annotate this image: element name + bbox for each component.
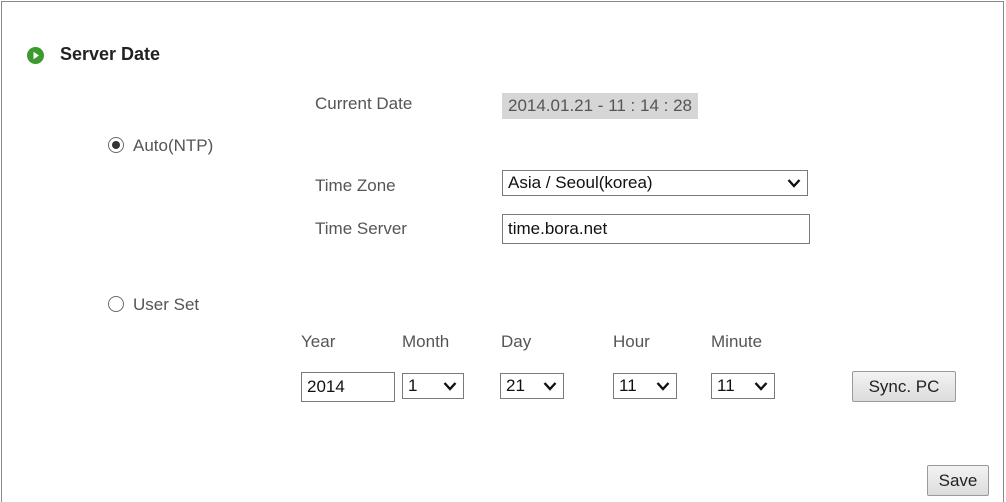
time-server-input[interactable]: time.bora.net bbox=[502, 214, 810, 244]
minute-value: 11 bbox=[717, 376, 735, 395]
day-value: 21 bbox=[506, 376, 525, 395]
auto-ntp-radio[interactable] bbox=[108, 137, 124, 153]
chevron-down-icon bbox=[754, 382, 768, 391]
time-server-label: Time Server bbox=[315, 219, 407, 238]
chevron-down-icon bbox=[443, 382, 457, 391]
section-title: Server Date bbox=[60, 44, 161, 64]
auto-ntp-label: Auto(NTP) bbox=[133, 136, 214, 155]
sync-pc-button[interactable]: Sync. PC bbox=[852, 371, 956, 402]
day-label: Day bbox=[501, 332, 532, 351]
chevron-down-icon bbox=[656, 382, 670, 391]
radio-selected-dot bbox=[112, 141, 120, 149]
play-circle-icon bbox=[27, 47, 44, 64]
hour-label: Hour bbox=[613, 332, 650, 351]
year-input[interactable]: 2014 bbox=[301, 372, 395, 402]
chevron-down-icon bbox=[787, 179, 801, 188]
current-date-value: 2014.01.21 - 11 : 14 : 28 bbox=[502, 93, 698, 119]
hour-value: 11 bbox=[619, 376, 637, 395]
server-date-panel: Server Date Current Date 2014.01.21 - 11… bbox=[1, 1, 1004, 502]
time-zone-select[interactable]: Asia / Seoul(korea) bbox=[502, 170, 808, 196]
chevron-down-icon bbox=[543, 382, 557, 391]
minute-select[interactable]: 11 bbox=[711, 373, 775, 399]
minute-label: Minute bbox=[711, 332, 763, 351]
save-button[interactable]: Save bbox=[927, 465, 989, 496]
month-label: Month bbox=[402, 332, 450, 351]
hour-select[interactable]: 11 bbox=[613, 373, 677, 399]
year-label: Year bbox=[301, 332, 336, 351]
month-value: 1 bbox=[408, 376, 418, 395]
month-select[interactable]: 1 bbox=[402, 373, 464, 399]
user-set-radio[interactable] bbox=[108, 296, 124, 312]
time-zone-value: Asia / Seoul(korea) bbox=[508, 173, 653, 192]
day-select[interactable]: 21 bbox=[500, 373, 564, 399]
time-zone-label: Time Zone bbox=[315, 176, 396, 195]
user-set-label: User Set bbox=[133, 295, 200, 314]
current-date-label: Current Date bbox=[315, 94, 413, 113]
